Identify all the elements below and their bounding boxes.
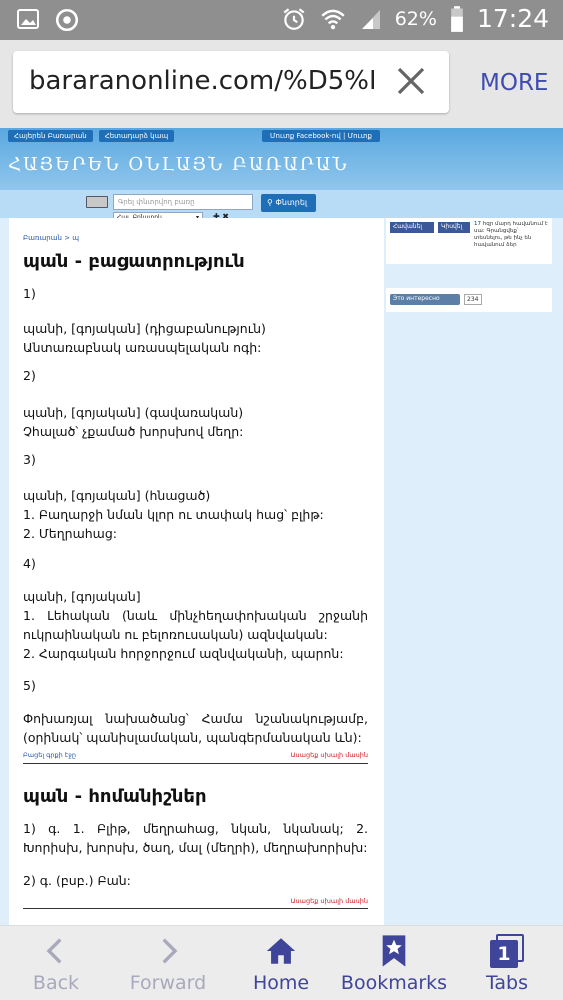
home-button[interactable]: Home (225, 926, 337, 1000)
clock: 17:24 (476, 4, 549, 33)
facebook-share-button[interactable]: Կիսվել (438, 222, 470, 233)
url-text[interactable]: bararanonline.com/%D5%B (29, 66, 374, 96)
entry-number: 1) (23, 286, 36, 301)
search-icon: ⚲ (267, 198, 273, 207)
entry-number: 2) (23, 368, 36, 383)
vk-like-button[interactable]: Это интересно (390, 294, 460, 305)
facebook-widget: Հավանել Կիսվել 17 հզր մարդ հավանում է սա… (386, 218, 552, 264)
entry-definition: 2) գ. (բսբ.) Բան: (23, 873, 131, 888)
close-icon[interactable] (393, 63, 429, 99)
alarm-icon (283, 7, 305, 30)
search-button-label: Փնտրել (275, 198, 308, 207)
divider (23, 763, 368, 764)
main-content: Բառարան > պ պան - բացատրություն 1) պանի,… (9, 218, 384, 925)
tabs-icon: 1 (490, 934, 524, 968)
status-bar: 62% 17:24 (0, 0, 563, 40)
entry-number: 5) (23, 678, 36, 693)
entry-title-synonyms: պան - հոմանիշներ (23, 786, 207, 807)
login-link[interactable]: Մուտք Facebook-ով | Մուտք (262, 130, 380, 142)
bottom-toolbar: Back Forward Home Bookmarks 1 Tabs (0, 925, 563, 1000)
nav-dictionary-link[interactable]: Հայերեն Բառարան (8, 130, 93, 142)
more-button[interactable]: MORE (480, 70, 548, 96)
facebook-like-button[interactable]: Հավանել (390, 222, 434, 233)
gallery-icon (17, 9, 39, 29)
chevron-left-icon (46, 938, 62, 964)
back-label: Back (32, 972, 80, 994)
site-nav: Հայերեն Բառարան Հետադարձ կապ (8, 130, 175, 142)
facebook-note: 17 հզր մարդ հավանում է սա: Գրանցվեք՝ տես… (474, 221, 548, 248)
report-error-link[interactable]: Ասացեք սխալի մասին (291, 897, 368, 905)
sync-icon (55, 8, 79, 32)
entry-title-explanation: պան - բացատրություն (23, 251, 245, 272)
entry-definition: պանի, [գոյական] (դիցաբանություն) Անտառաբ… (23, 321, 266, 355)
bookmarks-label: Bookmarks (340, 972, 448, 994)
entry-definition: Փոխառյալ նախածանց՝ Համա նշանակությամբ, (… (23, 711, 368, 745)
divider (23, 908, 368, 909)
battery-percent: 62% (394, 7, 437, 30)
search-button[interactable]: ⚲ Փնտրել (261, 194, 316, 212)
signal-icon (361, 9, 380, 29)
report-error-link[interactable]: Ասացեք սխալի մասին (291, 751, 368, 759)
forward-label: Forward (129, 972, 207, 994)
entry-number: 3) (23, 452, 36, 467)
bookmark-star-icon (382, 935, 406, 967)
entry-definition: 1) գ. 1. Բլիթ, մեղրահաց, նկան, նկանակ; 2… (23, 821, 368, 855)
search-input[interactable]: Գրել փնտրվող բառը (113, 194, 253, 210)
keyboard-icon[interactable] (86, 196, 108, 208)
back-button[interactable]: Back (0, 926, 112, 1000)
address-bar: bararanonline.com/%D5%B MORE (0, 40, 563, 168)
bookmarks-button[interactable]: Bookmarks (338, 926, 450, 1000)
vk-widget: Это интересно 234 (386, 288, 552, 312)
url-field[interactable]: bararanonline.com/%D5%B (13, 51, 449, 113)
entry-definition: պանի, [գոյական] 1. Լեհական (նաև մինչհեղա… (23, 589, 368, 661)
entry-definition: պանի, [գոյական] (հնացած) 1. Բաղարջի նման… (23, 488, 324, 541)
breadcrumb[interactable]: Բառարան > պ (23, 234, 79, 242)
site-logo[interactable]: ՀԱՅԵՐԵՆ ՕՆԼԱՅՆ ԲԱՌԱՐԱՆ (8, 154, 349, 175)
open-book-page-link[interactable]: Բացել գրքի էջը (23, 751, 76, 759)
search-bar: Գրել փնտրվող բառը ⚲ Փնտրել (0, 190, 563, 218)
home-label: Home (252, 972, 310, 994)
entry-definition: պանի, [գոյական] (գավառական) Չհալած՝ չքամ… (23, 405, 244, 439)
wifi-icon (321, 9, 345, 29)
chevron-right-icon (162, 938, 178, 964)
tabs-count: 1 (490, 940, 518, 968)
forward-button[interactable]: Forward (112, 926, 224, 1000)
web-page[interactable]: Հայերեն Բառարան Հետադարձ կապ Մուտք Faceb… (0, 128, 563, 925)
entry-number: 4) (23, 556, 36, 571)
vk-count: 234 (464, 294, 482, 305)
tabs-button[interactable]: 1 Tabs (451, 926, 563, 1000)
tabs-label: Tabs (485, 972, 529, 994)
home-icon (266, 938, 296, 964)
battery-icon (451, 5, 463, 32)
nav-feedback-link[interactable]: Հետադարձ կապ (98, 130, 175, 142)
